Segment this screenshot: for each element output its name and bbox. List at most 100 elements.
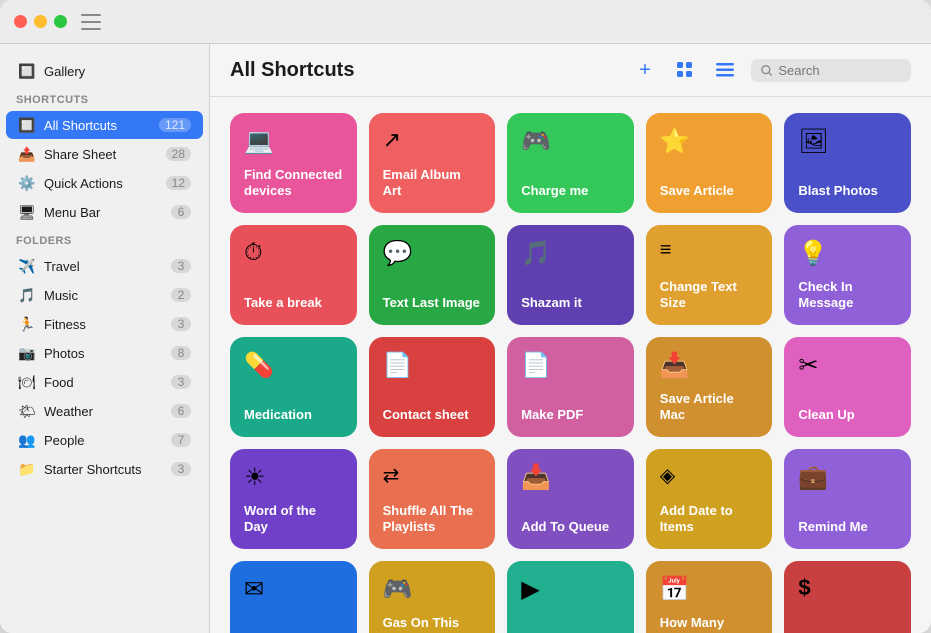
shortcut-card-blast-photos[interactable]: 🖼 Blast Photos	[784, 113, 911, 213]
email-myself-icon: ✉	[244, 575, 343, 604]
main-header: All Shortcuts +	[210, 44, 931, 97]
add-date-items-icon: ◈	[660, 463, 759, 488]
sidebar-item-photos[interactable]: 📷 Photos 8	[6, 339, 203, 367]
grid-view-button[interactable]	[671, 56, 699, 84]
sidebar-item-food-label: Food	[44, 375, 163, 390]
app-window: 🔲 Gallery Shortcuts 🔲 All Shortcuts 121 …	[0, 0, 931, 633]
add-date-items-label: Add Date to Items	[660, 503, 759, 536]
sidebar-item-music[interactable]: 🎵 Music 2	[6, 281, 203, 309]
remind-me-label: Remind Me	[798, 519, 897, 535]
shortcut-card-calculate-tip[interactable]: $ Calculate Tip	[784, 561, 911, 633]
people-count: 7	[171, 433, 191, 447]
sidebar-item-share-sheet-label: Share Sheet	[44, 147, 158, 162]
shortcut-card-shazam-it[interactable]: 🎵 Shazam it	[507, 225, 634, 325]
add-shortcut-button[interactable]: +	[631, 56, 659, 84]
food-count: 3	[171, 375, 191, 389]
shortcut-card-medication[interactable]: 💊 Medication	[230, 337, 357, 437]
travel-count: 3	[171, 259, 191, 273]
traffic-lights	[14, 15, 67, 28]
find-connected-icon: 💻	[244, 127, 343, 156]
header-actions: +	[631, 56, 911, 84]
gas-on-street-label: Gas On This Street	[383, 615, 482, 633]
shortcut-card-how-many-days[interactable]: 📅 How Many Days Until	[646, 561, 773, 633]
shortcut-card-text-last-image[interactable]: 💬 Text Last Image	[369, 225, 496, 325]
shortcut-card-save-article-mac[interactable]: 📥 Save Article Mac	[646, 337, 773, 437]
sidebar-item-share-sheet[interactable]: 📤 Share Sheet 28	[6, 140, 203, 168]
sidebar-toggle-button[interactable]	[81, 14, 101, 30]
sidebar: 🔲 Gallery Shortcuts 🔲 All Shortcuts 121 …	[0, 44, 210, 633]
shortcut-card-add-to-queue[interactable]: 📥 Add To Queue	[507, 449, 634, 549]
sidebar-item-starter[interactable]: 📁 Starter Shortcuts 3	[6, 455, 203, 483]
search-input[interactable]	[778, 63, 901, 78]
shortcut-card-charge-me[interactable]: 🎮 Charge me	[507, 113, 634, 213]
medication-icon: 💊	[244, 351, 343, 380]
photos-icon: 📷	[18, 344, 36, 362]
quick-actions-count: 12	[166, 176, 191, 190]
shuffle-playlists-icon: ⇄	[383, 463, 482, 488]
change-text-size-icon: ≡	[660, 239, 759, 262]
sidebar-item-all-shortcuts[interactable]: 🔲 All Shortcuts 121	[6, 111, 203, 139]
make-pdf-icon: 📄	[521, 351, 620, 380]
fullscreen-button[interactable]	[54, 15, 67, 28]
sidebar-item-people[interactable]: 👥 People 7	[6, 426, 203, 454]
shortcuts-grid-container: 💻 Find Connected devices ↗ Email Album A…	[230, 113, 911, 633]
shortcut-card-take-break[interactable]: ⏱ Take a break	[230, 225, 357, 325]
weather-count: 6	[171, 404, 191, 418]
shortcut-card-contact-sheet[interactable]: 📄 Contact sheet	[369, 337, 496, 437]
starter-count: 3	[171, 462, 191, 476]
sidebar-item-menu-bar[interactable]: 🖥 Menu Bar 6	[6, 198, 203, 226]
shortcut-card-remind-me[interactable]: 💼 Remind Me	[784, 449, 911, 549]
all-shortcuts-count: 121	[159, 118, 191, 132]
shortcut-card-sort-lines[interactable]: ▶ Sort Lines	[507, 561, 634, 633]
save-article-mac-label: Save Article Mac	[660, 391, 759, 424]
sidebar-item-starter-label: Starter Shortcuts	[44, 462, 163, 477]
titlebar	[0, 0, 931, 44]
email-album-label: Email Album Art	[383, 167, 482, 200]
share-sheet-count: 28	[166, 147, 191, 161]
list-view-button[interactable]	[711, 56, 739, 84]
fitness-icon: 🏃	[18, 315, 36, 333]
shortcut-card-gas-on-street[interactable]: 🎮 Gas On This Street	[369, 561, 496, 633]
minimize-button[interactable]	[34, 15, 47, 28]
sidebar-item-label: Gallery	[44, 64, 191, 79]
close-button[interactable]	[14, 15, 27, 28]
shortcut-card-email-myself[interactable]: ✉ Email Myself	[230, 561, 357, 633]
clean-up-label: Clean Up	[798, 407, 897, 423]
sidebar-item-music-label: Music	[44, 288, 163, 303]
shortcut-card-email-album[interactable]: ↗ Email Album Art	[369, 113, 496, 213]
sidebar-item-quick-actions[interactable]: ⚙️ Quick Actions 12	[6, 169, 203, 197]
shortcut-card-add-date-items[interactable]: ◈ Add Date to Items	[646, 449, 773, 549]
shortcut-card-word-of-day[interactable]: ☀ Word of the Day	[230, 449, 357, 549]
clean-up-icon: ✂	[798, 351, 897, 380]
shortcut-card-make-pdf[interactable]: 📄 Make PDF	[507, 337, 634, 437]
app-body: 🔲 Gallery Shortcuts 🔲 All Shortcuts 121 …	[0, 44, 931, 633]
email-album-icon: ↗	[383, 127, 482, 153]
save-article-label: Save Article	[660, 183, 759, 199]
shortcut-card-find-connected[interactable]: 💻 Find Connected devices	[230, 113, 357, 213]
shortcut-card-change-text-size[interactable]: ≡ Change Text Size	[646, 225, 773, 325]
how-many-days-label: How Many Days Until	[660, 615, 759, 633]
shortcut-card-clean-up[interactable]: ✂ Clean Up	[784, 337, 911, 437]
sidebar-item-gallery[interactable]: 🔲 Gallery	[6, 57, 203, 85]
check-in-message-label: Check In Message	[798, 279, 897, 312]
gallery-icon: 🔲	[18, 62, 36, 80]
sort-lines-icon: ▶	[521, 575, 620, 604]
text-last-image-icon: 💬	[383, 239, 482, 268]
shortcut-card-shuffle-playlists[interactable]: ⇄ Shuffle All The Playlists	[369, 449, 496, 549]
blast-photos-label: Blast Photos	[798, 183, 897, 199]
share-sheet-icon: 📤	[18, 145, 36, 163]
shortcut-card-save-article[interactable]: ⭐ Save Article	[646, 113, 773, 213]
sidebar-item-weather[interactable]: 🌤 Weather 6	[6, 397, 203, 425]
save-article-mac-icon: 📥	[660, 351, 759, 380]
travel-icon: ✈️	[18, 257, 36, 275]
sidebar-item-food[interactable]: 🍽 Food 3	[6, 368, 203, 396]
sidebar-item-fitness[interactable]: 🏃 Fitness 3	[6, 310, 203, 338]
music-icon: 🎵	[18, 286, 36, 304]
food-icon: 🍽	[18, 373, 36, 391]
shortcut-card-check-in-message[interactable]: 💡 Check In Message	[784, 225, 911, 325]
search-box[interactable]	[751, 59, 911, 82]
music-count: 2	[171, 288, 191, 302]
charge-me-icon: 🎮	[521, 127, 620, 156]
people-icon: 👥	[18, 431, 36, 449]
sidebar-item-travel[interactable]: ✈️ Travel 3	[6, 252, 203, 280]
